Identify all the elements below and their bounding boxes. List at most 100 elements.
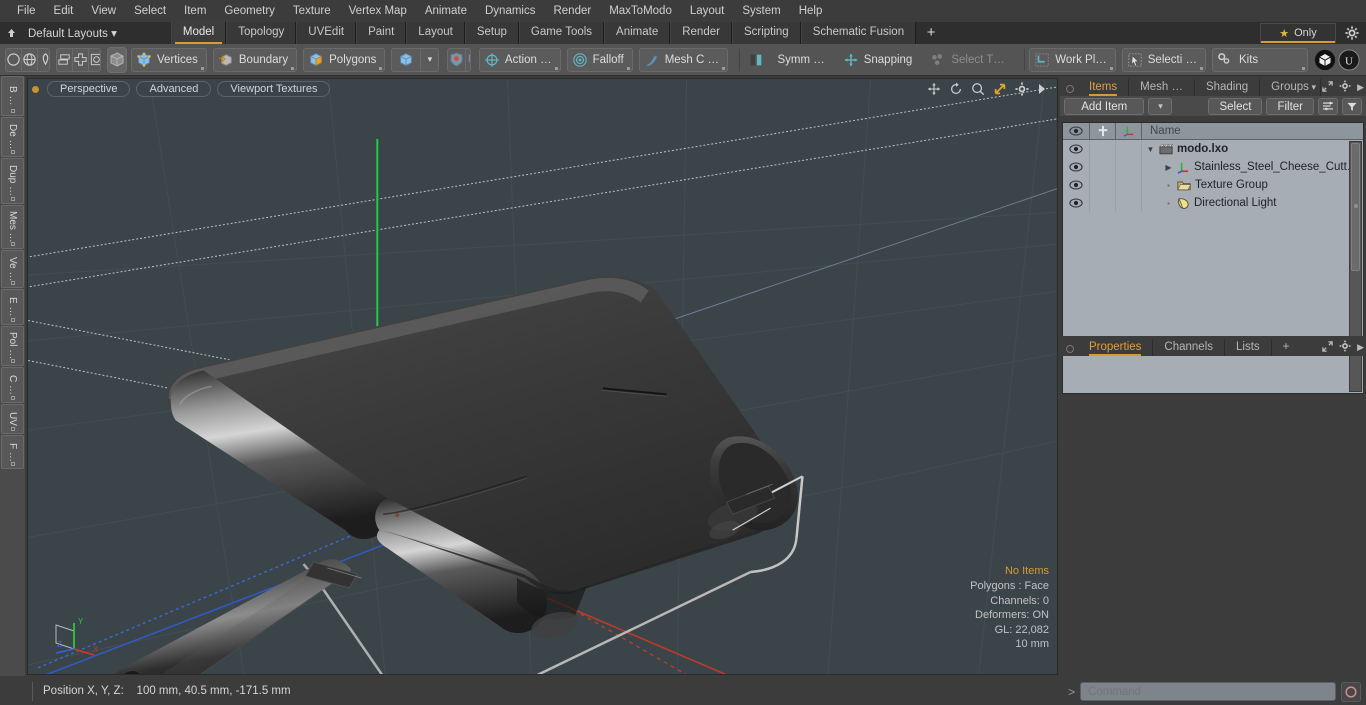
default-layouts-label[interactable]: Default Layouts ▾ [22,26,125,40]
layout-tab-uvedit[interactable]: UVEdit [296,22,357,44]
items-panel-tab-mesh-[interactable]: Mesh … [1129,79,1195,96]
menu-item-view[interactable]: View [82,0,125,22]
shield-b-icon[interactable] [466,49,470,71]
expand-triangle-icon[interactable]: ▼ [1146,145,1155,154]
menu-item-layout[interactable]: Layout [681,0,734,22]
menu-item-animate[interactable]: Animate [416,0,476,22]
expand-icon[interactable] [1322,80,1333,95]
layout-tab-animate[interactable]: Animate [604,22,671,44]
properties-panel-tab-channels[interactable]: Channels [1153,339,1226,356]
item-list-row[interactable]: ▪ Texture Group [1063,176,1363,194]
left-tab-3[interactable]: Mes … [1,205,24,249]
add-item-button[interactable]: Add Item [1064,97,1145,115]
falloff-button[interactable]: Falloff [566,47,633,72]
unreal-badge-icon[interactable]: U [1338,47,1360,73]
home-arrow-icon[interactable] [0,22,22,44]
axis-cell[interactable] [1116,140,1142,158]
select-button[interactable]: Select [1208,97,1263,115]
menu-item-maxtomodo[interactable]: MaxToModo [600,0,681,22]
left-tab-8[interactable]: UV [1,404,24,434]
chevron-down-icon[interactable]: ▾ [1312,82,1317,93]
symmetry-button[interactable]: Symm … [744,48,832,72]
layout-tab-layout[interactable]: Layout [406,22,465,44]
pen-icon[interactable] [38,49,49,71]
menu-item-vertex-map[interactable]: Vertex Map [340,0,416,22]
menu-item-texture[interactable]: Texture [284,0,340,22]
layout-tab-game-tools[interactable]: Game Tools [518,22,605,44]
item-list-row[interactable]: ▶ Stainless_Steel_Cheese_Cutt… [1063,158,1363,176]
modo-badge-icon[interactable] [1314,47,1336,73]
cube-icon[interactable] [106,46,127,73]
layout-tab-render[interactable]: Render [670,22,732,44]
rotate-view-icon[interactable] [949,82,963,99]
selection-mode-polygons[interactable]: Polygons [303,47,386,72]
action-center-button[interactable]: Action … [478,47,561,72]
3d-viewport[interactable]: Perspective Advanced Viewport Textures N… [27,78,1058,675]
menu-item-item[interactable]: Item [175,0,215,22]
left-tab-2[interactable]: Dup … [1,158,24,204]
selection-mode-vertices[interactable]: Vertices [130,47,207,72]
record-circle-icon[interactable] [1341,681,1361,702]
lock-cell[interactable] [1090,140,1116,158]
visibility-eye-icon[interactable] [1063,158,1090,176]
properties-panel-tab-lists[interactable]: Lists [1225,339,1272,356]
select-through-button[interactable]: Select T… [926,48,1012,72]
expand-icon[interactable] [1322,340,1333,355]
layout-tab-setup[interactable]: Setup [464,22,519,44]
properties-panel-tab-properties[interactable]: Properties [1078,339,1154,356]
viewport-shading-advanced[interactable]: Advanced [136,81,212,97]
command-input[interactable] [1080,682,1336,701]
globe-icon[interactable] [22,48,38,71]
filter-funnel-icon[interactable] [1342,97,1362,115]
mesh-constraint-button[interactable]: Mesh C … [638,47,729,72]
selection-set-button[interactable]: Selecti … [1121,47,1206,72]
filter-button[interactable]: Filter [1266,97,1314,115]
axis-cell[interactable] [1116,194,1142,212]
chevron-down-icon[interactable]: ▾ [421,47,440,72]
left-tab-4[interactable]: Ve … [1,250,24,288]
component-mode-button[interactable] [391,47,422,72]
work-plane-button[interactable]: Work Pl… [1029,47,1116,72]
menu-item-file[interactable]: File [8,0,45,22]
menu-item-system[interactable]: System [733,0,789,22]
menu-item-geometry[interactable]: Geometry [215,0,284,22]
viewport-mode-perspective[interactable]: Perspective [47,81,131,97]
axis-cell[interactable] [1116,158,1142,176]
left-tab-5[interactable]: E … [1,289,24,325]
item-list-row[interactable]: ▪ Directional Light [1063,194,1363,212]
viewport-arrow-icon[interactable] [1037,83,1047,98]
visibility-eye-icon[interactable] [1063,140,1090,158]
menu-item-select[interactable]: Select [125,0,175,22]
gear-icon[interactable] [1339,80,1351,95]
collapse-triangle-icon[interactable]: ▶ [1164,163,1173,172]
add-properties-tab[interactable]: + [1271,339,1301,356]
shield-a-icon[interactable] [448,48,467,71]
left-tab-6[interactable]: Pol … [1,326,24,366]
visibility-eye-icon[interactable] [1063,194,1090,212]
circle-icon[interactable] [6,48,22,71]
menu-item-edit[interactable]: Edit [45,0,83,22]
menu-item-dynamics[interactable]: Dynamics [476,0,544,22]
lock-cell[interactable] [1090,158,1116,176]
move-view-icon[interactable] [927,82,941,99]
add-item-dropdown[interactable]: ▾ [1148,97,1173,115]
center-icon[interactable] [73,48,89,71]
menu-item-render[interactable]: Render [544,0,600,22]
layout-tab-topology[interactable]: Topology [226,22,297,44]
layout-tab-model[interactable]: Model [170,22,227,44]
layout-tab-schematic-fusion[interactable]: Schematic Fusion [800,22,917,44]
items-panel-tab-shading[interactable]: Shading [1194,79,1261,96]
snapping-button[interactable]: Snapping [839,48,921,72]
lock-cell[interactable] [1090,194,1116,212]
layout-tab-paint[interactable]: Paint [356,22,407,44]
frame-icon[interactable] [89,49,100,71]
viewport-textures-button[interactable]: Viewport Textures [217,81,331,97]
visibility-eye-icon[interactable] [1063,176,1090,194]
selection-mode-boundary[interactable]: Boundary [212,47,298,72]
item-list-row[interactable]: ▼ modo.lxo [1063,140,1363,158]
lock-cell[interactable] [1090,176,1116,194]
align-icon[interactable] [57,48,73,71]
kits-button[interactable]: Kits [1211,47,1308,72]
left-tab-7[interactable]: C … [1,367,24,403]
gear-icon[interactable] [1342,24,1362,42]
